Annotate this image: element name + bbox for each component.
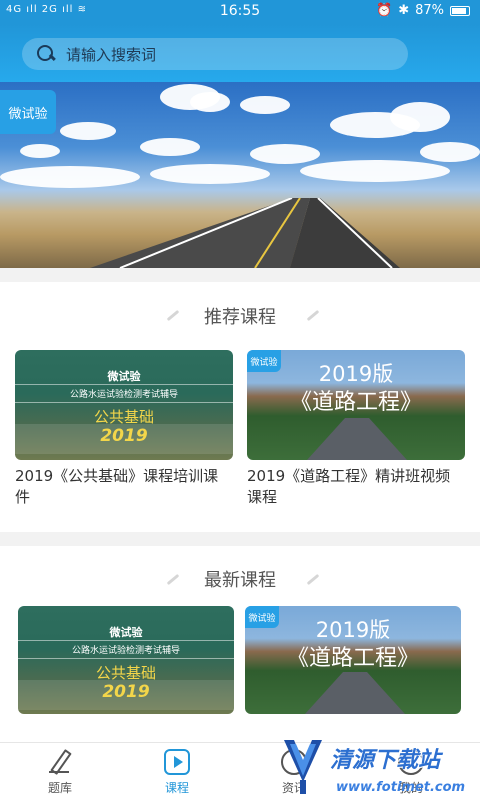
course-card[interactable]: 微试验 2019版 《道路工程》 bbox=[245, 606, 461, 714]
thumb-road bbox=[305, 672, 405, 714]
course-thumbnail: 微试验 公路水运试验检测考试辅导 公共基础 2019 bbox=[18, 606, 234, 714]
section-divider bbox=[0, 532, 480, 546]
course-thumbnail: 微试验 2019版 《道路工程》 bbox=[247, 350, 465, 460]
course-card[interactable]: 微试验 2019版 《道路工程》 2019《道路工程》精讲班视频课程 bbox=[247, 350, 465, 508]
course-thumbnail: 微试验 公路水运试验检测考试辅导 公共基础 2019 bbox=[15, 350, 233, 460]
course-thumbnail: 微试验 2019版 《道路工程》 bbox=[245, 606, 461, 714]
thumb-name: 《道路工程》 bbox=[289, 390, 422, 415]
cloud bbox=[420, 142, 480, 162]
tab-label: 题库 bbox=[47, 781, 72, 795]
course-title: 2019《道路工程》精讲班视频课程 bbox=[247, 467, 451, 506]
banner-carousel[interactable]: 微试验 bbox=[0, 82, 480, 268]
play-icon bbox=[164, 749, 190, 775]
cloud bbox=[390, 102, 450, 132]
watermark: 清源下载站 www.fotimet.com bbox=[276, 736, 465, 800]
pencil-icon bbox=[47, 749, 73, 775]
search-icon bbox=[36, 44, 56, 64]
cloud bbox=[190, 92, 230, 112]
section-title-latest: 最新课程 bbox=[204, 570, 276, 591]
thumb-topic: 公共基础 bbox=[95, 664, 156, 682]
thumb-name: 《道路工程》 bbox=[286, 646, 419, 671]
cloud bbox=[60, 122, 116, 140]
battery-percent: 87% bbox=[415, 3, 444, 18]
tab-label: 课程 bbox=[164, 781, 189, 795]
search-input[interactable]: 请输入搜索词 bbox=[22, 38, 408, 70]
thumb-subtitle: 公路水运试验检测考试辅导 bbox=[18, 640, 234, 659]
status-bar: 4G ıll 2G ıll ≋ 16:55 ⏰ ✱ 87% bbox=[0, 0, 480, 24]
battery-icon bbox=[450, 5, 470, 16]
cloud bbox=[20, 144, 60, 158]
status-right: ⏰ ✱ 87% bbox=[376, 3, 470, 18]
cloud bbox=[250, 144, 320, 164]
course-title: 2019《公共基础》课程培训课件 bbox=[15, 467, 219, 506]
section-divider bbox=[0, 268, 480, 282]
cloud bbox=[150, 164, 270, 184]
tab-courses[interactable]: 课程 bbox=[137, 749, 217, 796]
section-title-recommended: 推荐课程 bbox=[204, 307, 276, 328]
thumb-subtitle: 公路水运试验检测考试辅导 bbox=[15, 384, 233, 403]
thumb-road bbox=[307, 418, 407, 460]
course-card[interactable]: 微试验 公路水运试验检测考试辅导 公共基础 2019 2019《公共基础》课程培… bbox=[15, 350, 233, 508]
road-illustration bbox=[90, 198, 400, 268]
thumb-year: 2019 bbox=[102, 682, 150, 702]
thumb-brand: 微试验 bbox=[109, 626, 143, 639]
header: 请输入搜索词 bbox=[0, 24, 480, 82]
search-placeholder: 请输入搜索词 bbox=[66, 45, 157, 64]
alarm-icon: ⏰ bbox=[376, 3, 393, 18]
thumb-brand: 微试验 bbox=[107, 370, 141, 383]
cloud bbox=[240, 96, 290, 114]
watermark-url: www.fotimet.com bbox=[336, 780, 466, 795]
cloud bbox=[0, 166, 140, 188]
banner-badge: 微试验 bbox=[0, 90, 56, 134]
course-card[interactable]: 微试验 公路水运试验检测考试辅导 公共基础 2019 bbox=[18, 606, 234, 714]
cloud bbox=[300, 160, 450, 182]
tab-question-bank[interactable]: 题库 bbox=[20, 749, 100, 796]
cloud bbox=[140, 138, 200, 156]
watermark-text: 清源下载站 bbox=[330, 748, 441, 773]
bluetooth-icon: ✱ bbox=[398, 3, 410, 18]
thumb-year: 2019 bbox=[100, 426, 148, 446]
thumb-topic: 公共基础 bbox=[93, 408, 154, 426]
watermark-logo-icon bbox=[284, 740, 322, 794]
